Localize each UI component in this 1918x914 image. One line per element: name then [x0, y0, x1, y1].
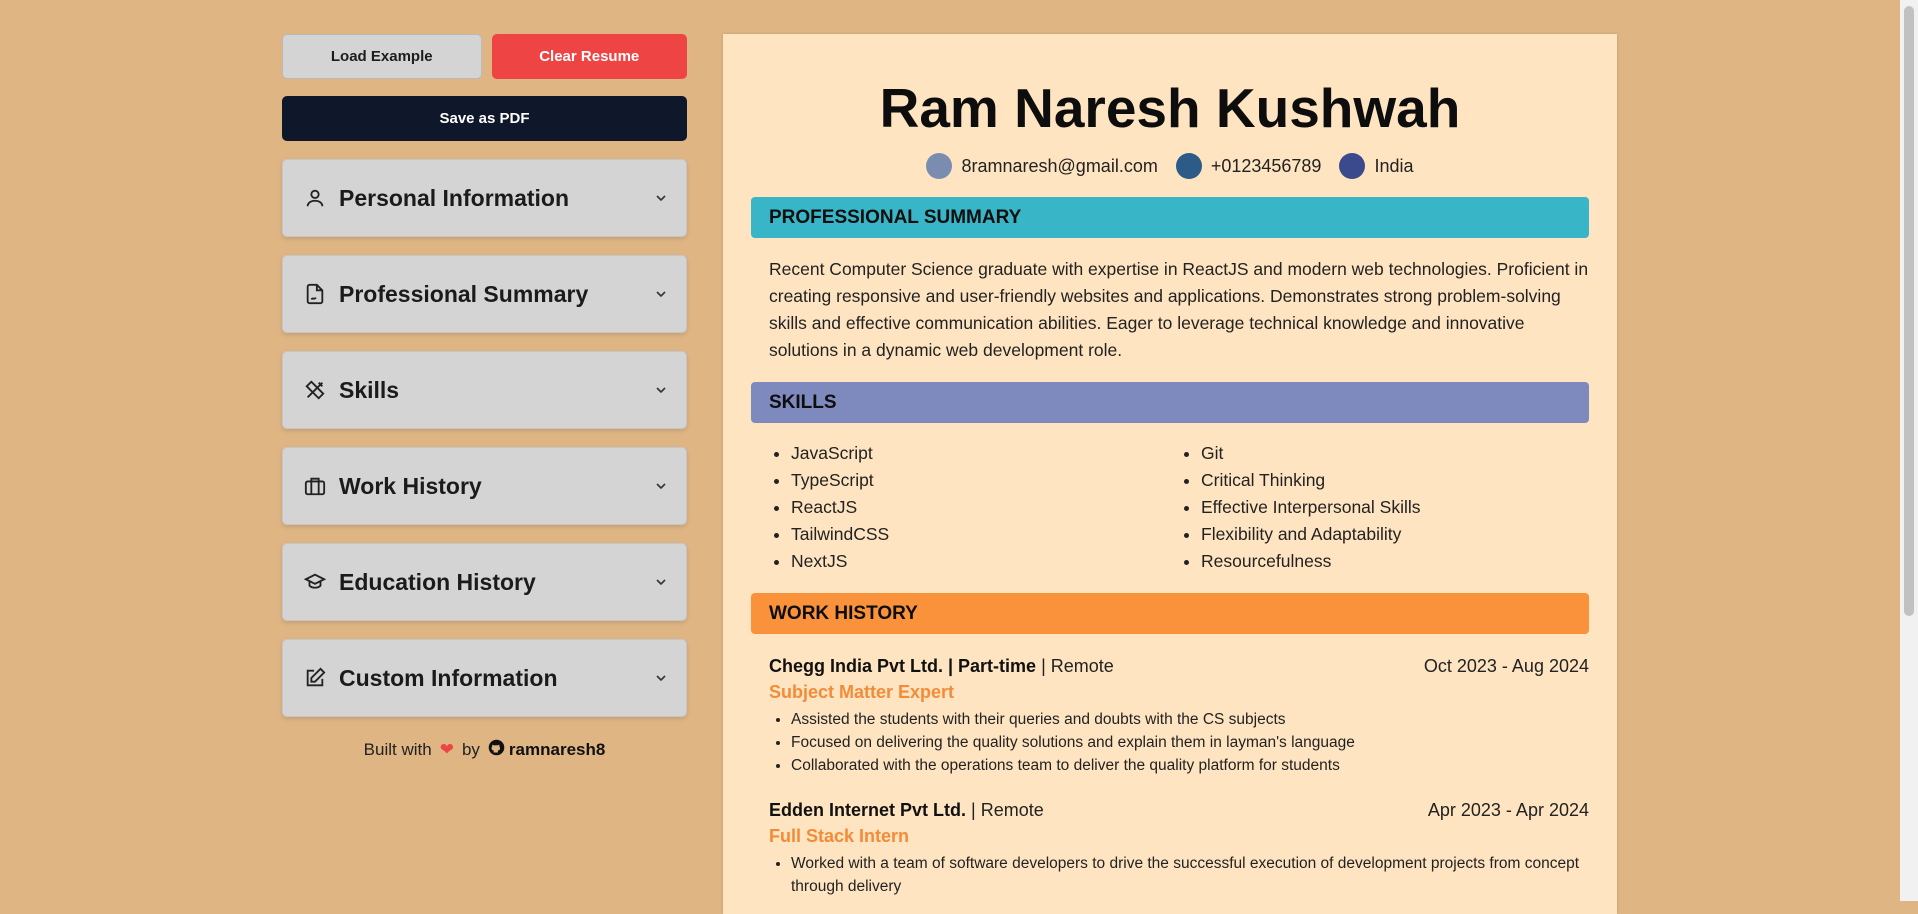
clear-resume-button[interactable]: Clear Resume — [491, 34, 687, 79]
accordion-label: Custom Information — [339, 664, 558, 691]
job-points: Assisted the students with their queries… — [769, 708, 1589, 777]
accordion-label: Education History — [339, 568, 536, 595]
footer-credit: Built with ❤ by ramnaresh8 — [282, 739, 687, 761]
accordion-label: Work History — [339, 472, 482, 499]
skills-column-right: Git Critical Thinking Effective Interper… — [1179, 440, 1589, 575]
location-text: India — [1374, 155, 1414, 176]
job-role: Subject Matter Expert — [769, 682, 955, 702]
edit-square-icon — [303, 666, 327, 690]
chevron-down-icon — [654, 383, 668, 397]
editor-panel: Load Example Clear Resume Save as PDF Pe… — [282, 34, 687, 761]
load-example-button[interactable]: Load Example — [282, 34, 482, 79]
user-icon — [303, 186, 327, 210]
chevron-down-icon — [654, 671, 668, 685]
summary-text: Recent Computer Science graduate with ex… — [769, 259, 1589, 360]
accordion-professional-summary[interactable]: Professional Summary — [282, 255, 687, 333]
chevron-down-icon — [654, 575, 668, 589]
author-link[interactable]: ramnaresh8 — [488, 739, 605, 761]
job-location: | Remote — [971, 800, 1044, 820]
heart-icon: ❤ — [439, 740, 454, 759]
accordion-education-history[interactable]: Education History — [282, 543, 687, 621]
job-company-line: Edden Internet Pvt Ltd. | Remote — [769, 800, 1044, 821]
accordion-work-history[interactable]: Work History — [282, 447, 687, 525]
chevron-down-icon — [654, 191, 668, 205]
job-point: Focused on delivering the quality soluti… — [791, 731, 1589, 754]
job-role: Full Stack Intern — [769, 826, 910, 846]
github-icon — [488, 739, 505, 761]
author-name: ramnaresh8 — [508, 740, 606, 759]
pencil-ruler-icon — [303, 378, 327, 402]
chevron-down-icon — [654, 479, 668, 493]
contact-email: 8ramnaresh@gmail.com — [926, 153, 1158, 179]
work-heading: WORK HISTORY — [751, 593, 1589, 634]
skill-item: Effective Interpersonal Skills — [1201, 494, 1589, 521]
scrollbar-thumb[interactable] — [1904, 6, 1914, 616]
accordion-label: Professional Summary — [339, 280, 589, 307]
skills-list: JavaScript TypeScript ReactJS TailwindCS… — [769, 440, 1589, 575]
job-location: | Remote — [1041, 656, 1114, 676]
job-header: Edden Internet Pvt Ltd. | Remote Apr 202… — [769, 800, 1589, 821]
accordion-label: Personal Information — [339, 184, 570, 211]
skill-item: Flexibility and Adaptability — [1201, 521, 1589, 548]
skill-item: TypeScript — [791, 467, 1179, 494]
summary-heading: PROFESSIONAL SUMMARY — [751, 197, 1589, 238]
job-entry: Chegg India Pvt Ltd. | Part-time | Remot… — [769, 656, 1589, 777]
phone-text: +0123456789 — [1210, 155, 1322, 176]
job-point: Worked with a team of software developer… — [791, 852, 1589, 898]
skill-item: TailwindCSS — [791, 521, 1179, 548]
built-with-text: Built with — [363, 740, 432, 759]
chevron-down-icon — [654, 287, 668, 301]
resume-preview: Ram Naresh Kushwah 8ramnaresh@gmail.com … — [723, 34, 1617, 914]
accordion-label: Skills — [339, 376, 400, 403]
by-text: by — [461, 740, 480, 759]
contact-row: 8ramnaresh@gmail.com +0123456789 India — [723, 153, 1617, 179]
accordion-custom-information[interactable]: Custom Information — [282, 639, 687, 717]
job-point: Collaborated with the operations team to… — [791, 754, 1589, 777]
job-dates: Apr 2023 - Apr 2024 — [1427, 800, 1589, 820]
skills-column-left: JavaScript TypeScript ReactJS TailwindCS… — [769, 440, 1179, 575]
skill-item: Critical Thinking — [1201, 467, 1589, 494]
job-header: Chegg India Pvt Ltd. | Part-time | Remot… — [769, 656, 1589, 677]
job-company: Chegg India Pvt Ltd. | Part-time — [769, 656, 1037, 676]
email-text: 8ramnaresh@gmail.com — [961, 155, 1158, 176]
location-icon — [1339, 153, 1366, 179]
skill-item: Git — [1201, 440, 1589, 467]
accordion-skills[interactable]: Skills — [282, 351, 687, 429]
contact-phone: +0123456789 — [1175, 153, 1322, 179]
page-scrollbar[interactable] — [1900, 0, 1918, 901]
graduation-cap-icon — [303, 570, 327, 594]
job-company-line: Chegg India Pvt Ltd. | Part-time | Remot… — [769, 656, 1114, 677]
skill-item: ReactJS — [791, 494, 1179, 521]
job-points: Worked with a team of software developer… — [769, 852, 1589, 898]
save-pdf-button[interactable]: Save as PDF — [282, 96, 687, 141]
job-dates: Oct 2023 - Aug 2024 — [1423, 656, 1589, 676]
phone-icon — [1175, 153, 1202, 179]
briefcase-icon — [303, 474, 327, 498]
top-actions: Load Example Clear Resume — [282, 34, 687, 79]
contact-location: India — [1339, 153, 1414, 179]
skill-item: JavaScript — [791, 440, 1179, 467]
job-company: Edden Internet Pvt Ltd. — [769, 800, 967, 820]
skill-item: Resourcefulness — [1201, 548, 1589, 575]
job-point: Assisted the students with their queries… — [791, 708, 1589, 731]
skill-item: NextJS — [791, 548, 1179, 575]
resume-name: Ram Naresh Kushwah — [879, 77, 1461, 139]
job-entry: Edden Internet Pvt Ltd. | Remote Apr 202… — [769, 800, 1589, 898]
skills-heading: SKILLS — [751, 382, 1589, 423]
file-signature-icon — [303, 282, 327, 306]
accordion-personal-information[interactable]: Personal Information — [282, 159, 687, 237]
email-icon — [926, 153, 953, 179]
